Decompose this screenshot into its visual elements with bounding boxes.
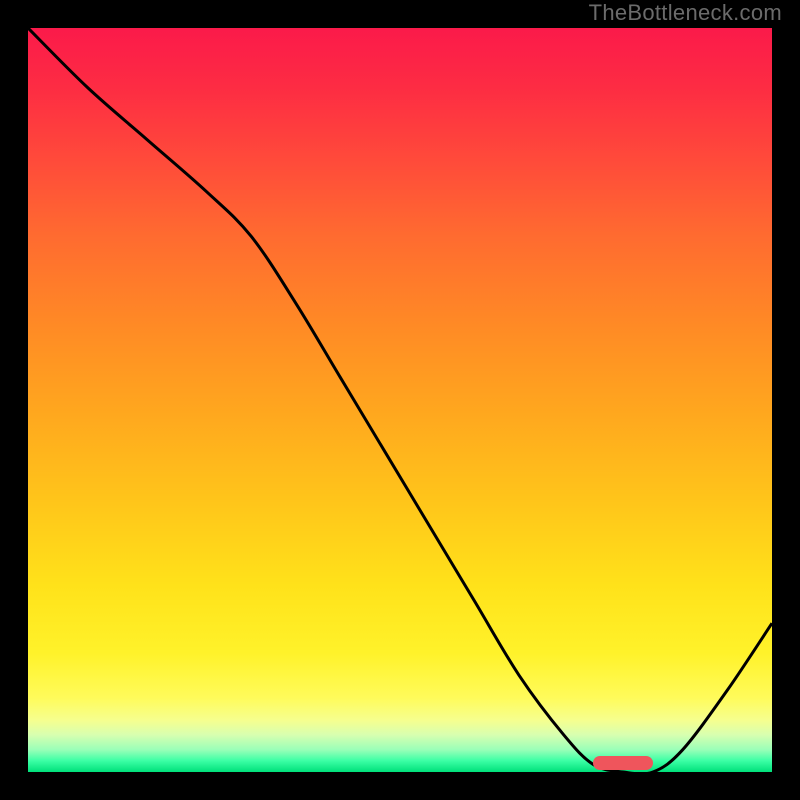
bottleneck-curve	[28, 28, 772, 772]
optimal-range-marker	[593, 756, 653, 770]
plot-area	[28, 28, 772, 772]
chart-container: TheBottleneck.com	[0, 0, 800, 800]
watermark-text: TheBottleneck.com	[589, 0, 782, 26]
plot-frame	[28, 28, 772, 772]
curve-line	[28, 28, 772, 772]
